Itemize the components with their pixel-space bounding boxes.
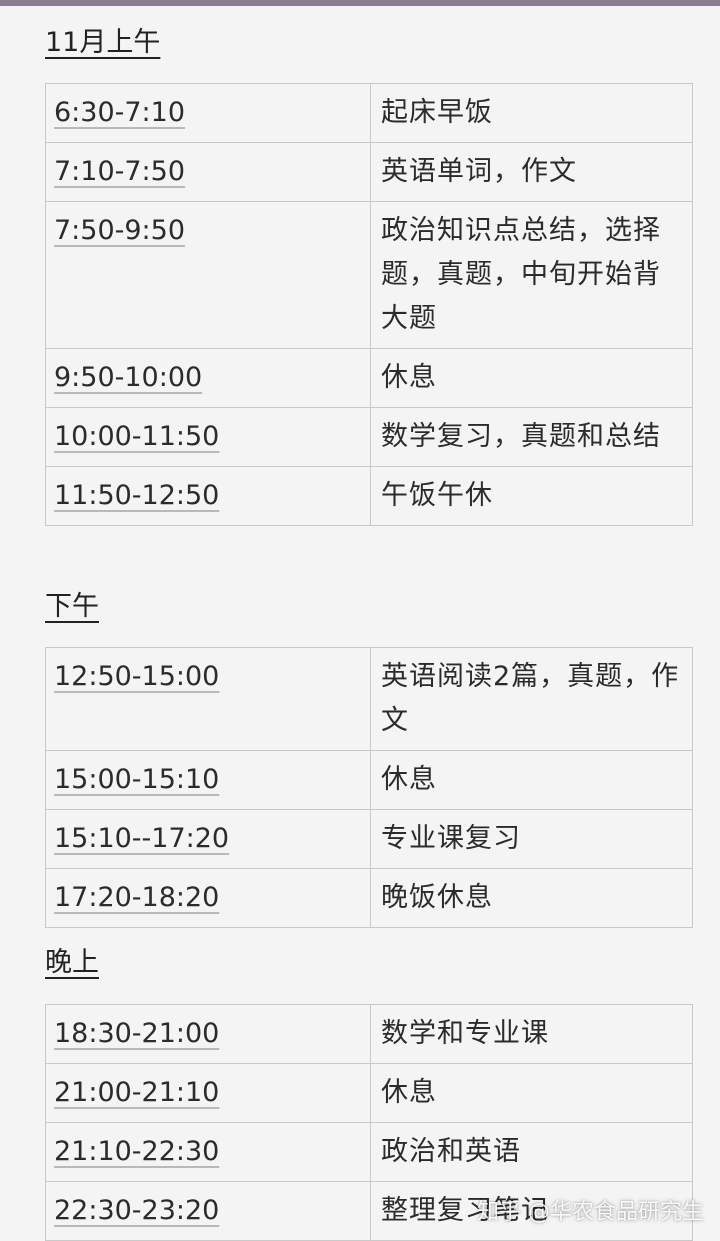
activity-cell: 晚饭休息 bbox=[370, 868, 693, 928]
time-cell: 10:00-11:50 bbox=[45, 407, 371, 467]
table-row: 9:50-10:00 休息 bbox=[45, 348, 693, 408]
table-row: 21:10-22:30 政治和英语 bbox=[45, 1122, 693, 1182]
activity-cell: 数学复习，真题和总结 bbox=[370, 407, 693, 467]
activity-cell: 休息 bbox=[370, 348, 693, 408]
table-row: 7:50-9:50 政治知识点总结，选择题，真题，中旬开始背大题 bbox=[45, 201, 693, 349]
schedule-table-morning: 6:30-7:10 起床早饭 7:10-7:50 英语单词，作文 7:50-9:… bbox=[45, 83, 693, 526]
time-cell: 15:10--17:20 bbox=[45, 809, 371, 869]
activity-cell: 专业课复习 bbox=[370, 809, 693, 869]
activity-cell: 午饭午休 bbox=[370, 466, 693, 526]
table-row: 18:30-21:00 数学和专业课 bbox=[45, 1004, 693, 1064]
activity-cell: 政治知识点总结，选择题，真题，中旬开始背大题 bbox=[370, 201, 693, 349]
top-bar bbox=[0, 0, 720, 6]
time-cell: 15:00-15:10 bbox=[45, 750, 371, 810]
table-row: 15:10--17:20 专业课复习 bbox=[45, 809, 693, 869]
activity-cell: 政治和英语 bbox=[370, 1122, 693, 1182]
time-cell: 18:30-21:00 bbox=[45, 1004, 371, 1064]
activity-cell: 数学和专业课 bbox=[370, 1004, 693, 1064]
time-cell: 7:10-7:50 bbox=[45, 142, 371, 202]
table-row: 17:20-18:20 晚饭休息 bbox=[45, 868, 693, 928]
time-cell: 21:10-22:30 bbox=[45, 1122, 371, 1182]
time-cell: 7:50-9:50 bbox=[45, 201, 371, 349]
watermark: 知乎 @华农食品研究生 bbox=[477, 1200, 704, 1225]
time-cell: 6:30-7:10 bbox=[45, 83, 371, 143]
activity-cell: 起床早饭 bbox=[370, 83, 693, 143]
time-cell: 22:30-23:20 bbox=[45, 1181, 371, 1241]
section-heading-morning: 11月上午 bbox=[45, 27, 161, 58]
activity-cell: 英语单词，作文 bbox=[370, 142, 693, 202]
time-cell: 21:00-21:10 bbox=[45, 1063, 371, 1123]
activity-cell: 休息 bbox=[370, 750, 693, 810]
schedule-table-afternoon: 12:50-15:00 英语阅读2篇，真题，作文 15:00-15:10 休息 … bbox=[45, 647, 693, 928]
table-row: 10:00-11:50 数学复习，真题和总结 bbox=[45, 407, 693, 467]
time-cell: 12:50-15:00 bbox=[45, 647, 371, 751]
table-row: 15:00-15:10 休息 bbox=[45, 750, 693, 810]
time-cell: 17:20-18:20 bbox=[45, 868, 371, 928]
table-row: 11:50-12:50 午饭午休 bbox=[45, 466, 693, 526]
table-row: 7:10-7:50 英语单词，作文 bbox=[45, 142, 693, 202]
time-cell: 9:50-10:00 bbox=[45, 348, 371, 408]
time-cell: 11:50-12:50 bbox=[45, 466, 371, 526]
activity-cell: 英语阅读2篇，真题，作文 bbox=[370, 647, 693, 751]
section-heading-afternoon: 下午 bbox=[45, 591, 99, 622]
table-row: 21:00-21:10 休息 bbox=[45, 1063, 693, 1123]
activity-cell: 休息 bbox=[370, 1063, 693, 1123]
table-row: 12:50-15:00 英语阅读2篇，真题，作文 bbox=[45, 647, 693, 751]
section-heading-evening: 晚上 bbox=[45, 947, 99, 978]
table-row: 6:30-7:10 起床早饭 bbox=[45, 83, 693, 143]
